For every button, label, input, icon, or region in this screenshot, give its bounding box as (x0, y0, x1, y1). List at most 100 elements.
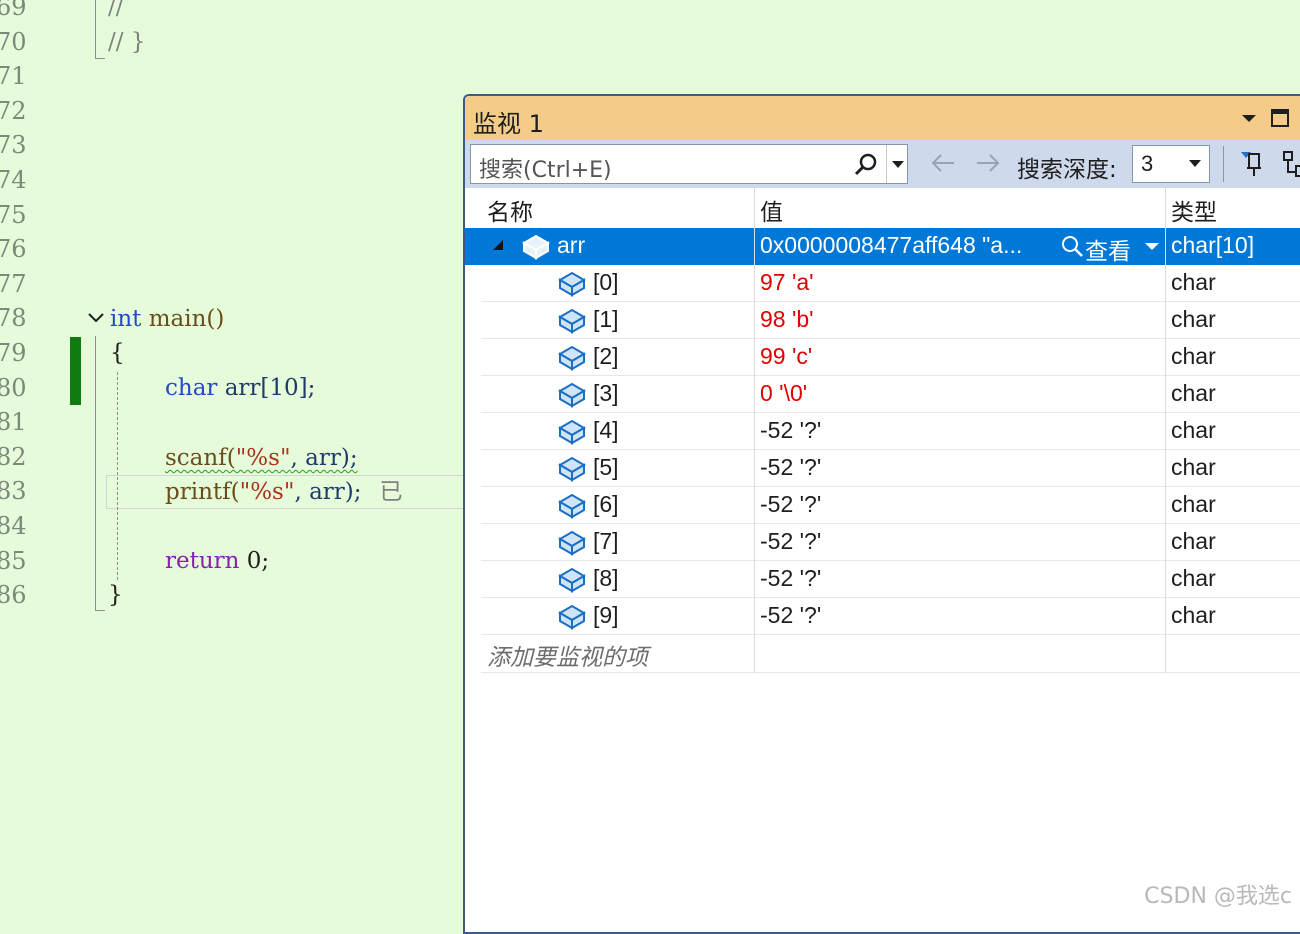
item-value: 0 '\0' (760, 380, 808, 406)
line-number: 84 (0, 512, 27, 540)
column-header-name[interactable]: 名称 (487, 193, 533, 227)
line-number: 71 (0, 62, 27, 91)
watch-row[interactable]: [9] -52 '?' char (465, 598, 1300, 635)
line-number: 80 (0, 373, 27, 402)
line-number: 74 (0, 166, 27, 194)
line-number: 81 (0, 408, 27, 437)
code-line-main: int main() (110, 302, 224, 336)
item-value: -52 '?' (760, 417, 822, 443)
line-number: 69 (0, 0, 27, 21)
item-name: [6] (593, 491, 619, 517)
line-number: 82 (0, 442, 27, 471)
view-button[interactable]: 查看 (1085, 232, 1131, 266)
item-value: -52 '?' (760, 491, 822, 517)
variable-icon (558, 345, 586, 371)
item-type: char (1171, 306, 1216, 332)
item-name: [4] (593, 417, 619, 443)
line-number: 79 (0, 339, 27, 367)
search-previous-icon[interactable] (928, 148, 958, 178)
item-name: [2] (593, 343, 619, 369)
root-name: arr (557, 232, 586, 258)
variable-icon (558, 419, 586, 445)
item-name: [0] (593, 269, 619, 295)
item-name: [7] (593, 528, 619, 554)
item-name: [8] (593, 565, 619, 591)
search-next-icon[interactable] (973, 148, 1003, 178)
pin-icon[interactable] (1237, 148, 1269, 180)
function-printf: printf( (165, 479, 240, 505)
watermark: CSDN @我选c (1144, 884, 1292, 909)
maximize-icon[interactable] (1268, 106, 1292, 130)
watch-row[interactable]: [5] -52 '?' char (465, 450, 1300, 487)
watch-row-root[interactable]: arr 0x0000008477aff648 "a... 查看 char[10] (465, 228, 1300, 265)
watch-row[interactable]: [1] 98 'b' char (465, 302, 1300, 339)
item-value: -52 '?' (760, 602, 822, 628)
line-number: 85 (0, 546, 27, 575)
item-name: [9] (593, 602, 619, 628)
watch-row[interactable]: [2] 99 'c' char (465, 339, 1300, 376)
add-watch-item[interactable]: 添加要监视的项 (487, 638, 648, 672)
function-main: main() (141, 306, 225, 332)
variable-icon (558, 567, 586, 593)
change-indicator-bar (70, 337, 81, 405)
variable-icon (522, 234, 550, 260)
line-number: 76 (0, 235, 27, 264)
item-type: char (1171, 528, 1216, 554)
keyword-return: return (165, 548, 240, 574)
line-number: 77 (0, 269, 27, 298)
collapse-triangle-icon[interactable] (493, 240, 503, 250)
main-scope-guide (95, 336, 96, 610)
variable-icon (558, 308, 586, 334)
search-options-dropdown[interactable] (886, 145, 909, 183)
item-name: [1] (593, 306, 619, 332)
column-divider[interactable] (1165, 188, 1166, 673)
item-type: char (1171, 602, 1216, 628)
watch-row[interactable]: [0] 97 'a' char (465, 265, 1300, 302)
column-divider[interactable] (754, 188, 755, 673)
line-number: 70 (0, 27, 27, 56)
keyword-int: int (110, 306, 142, 332)
watch-row[interactable]: [7] -52 '?' char (465, 524, 1300, 561)
row-divider (481, 672, 1300, 673)
scope-guide (95, 0, 96, 58)
code-line-scanf: scanf("%s", arr); (165, 441, 358, 475)
code-brace-close: } (108, 582, 123, 608)
column-header-type[interactable]: 类型 (1171, 193, 1217, 227)
code-line-decl: char arr[10]; (165, 371, 315, 405)
watch-title: 监视 1 (473, 110, 544, 138)
search-placeholder: 搜索(Ctrl+E) (479, 158, 612, 183)
row-divider (481, 634, 1300, 635)
chevron-down-icon[interactable] (1145, 243, 1159, 250)
collapse-chevron-icon[interactable] (86, 308, 106, 328)
watch-row[interactable]: [3] 0 '\0' char (465, 376, 1300, 413)
scope-guide-end (95, 58, 105, 59)
search-depth-label: 搜索深度: (1017, 157, 1117, 183)
item-type: char (1171, 343, 1216, 369)
chevron-down-icon (892, 161, 904, 168)
chevron-down-icon (1189, 160, 1201, 167)
line-number: 83 (0, 477, 27, 506)
window-menu-dropdown-icon[interactable] (1237, 106, 1261, 130)
column-header-value[interactable]: 值 (760, 193, 783, 227)
search-input[interactable]: 搜索(Ctrl+E) (470, 144, 908, 184)
search-depth-select[interactable]: 3 (1132, 145, 1210, 183)
code-line-return: return 0; (165, 544, 269, 578)
magnifier-icon[interactable] (1059, 234, 1085, 260)
decl-arr: arr[10]; (217, 375, 316, 401)
toolbar-separator (1223, 146, 1224, 182)
watch-toolbar: 搜索(Ctrl+E) 搜索深度: 3 (465, 140, 1300, 188)
scanf-args: , arr); (290, 445, 358, 471)
printf-args: , arr); (294, 479, 362, 505)
line-number: 72 (0, 96, 27, 125)
line-number: 86 (0, 581, 27, 610)
hierarchy-icon[interactable] (1280, 148, 1300, 180)
watch-titlebar[interactable]: 监视 1 (465, 96, 1300, 140)
watch-row[interactable]: [8] -52 '?' char (465, 561, 1300, 598)
watch-window[interactable]: 监视 1 搜索(Ctrl+E) 搜索深度: 3 名称 值 类型 arr 0x00… (463, 94, 1300, 934)
watch-row[interactable]: [4] -52 '?' char (465, 413, 1300, 450)
elapsed-time-hint: 已 (379, 479, 403, 505)
watch-row[interactable]: [6] -52 '?' char (465, 487, 1300, 524)
search-icon[interactable] (853, 152, 879, 178)
function-scanf: scanf( (165, 445, 236, 471)
item-type: char (1171, 417, 1216, 443)
